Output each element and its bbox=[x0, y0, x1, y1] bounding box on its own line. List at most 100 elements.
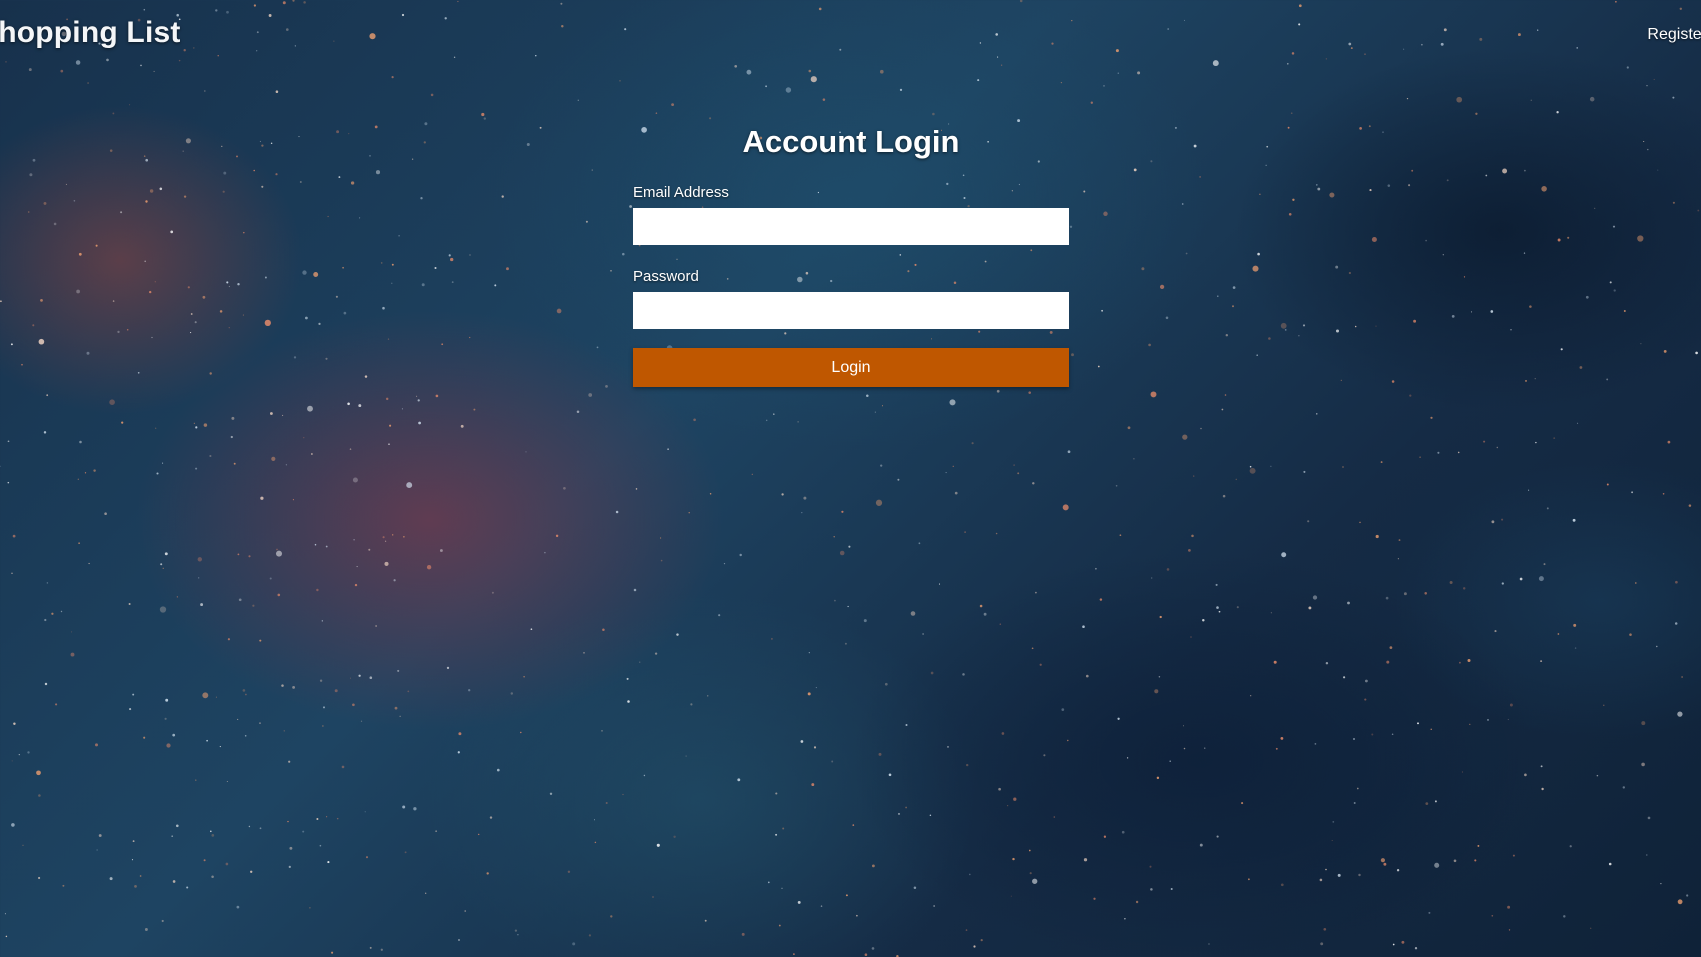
star-speck bbox=[1115, 484, 1118, 487]
star-speck bbox=[365, 856, 369, 859]
star-speck bbox=[287, 820, 289, 823]
star-speck bbox=[44, 682, 48, 686]
star-speck bbox=[591, 169, 593, 171]
star-speck bbox=[1150, 888, 1153, 891]
star-speck bbox=[369, 155, 371, 157]
star-speck bbox=[930, 671, 934, 675]
star-speck bbox=[1461, 771, 1463, 773]
star-speck bbox=[314, 543, 317, 546]
star-speck bbox=[567, 870, 571, 874]
star-speck bbox=[1188, 549, 1191, 552]
star-speck bbox=[276, 548, 278, 551]
star-speck bbox=[966, 763, 969, 767]
star-speck bbox=[1603, 704, 1605, 706]
star-speck bbox=[404, 851, 407, 854]
star-speck bbox=[874, 411, 876, 413]
star-speck bbox=[1097, 365, 1100, 368]
star-speck bbox=[190, 332, 192, 334]
star-speck bbox=[1430, 728, 1432, 730]
star-speck bbox=[277, 593, 281, 597]
star-speck bbox=[1501, 582, 1504, 585]
star-speck bbox=[723, 562, 726, 565]
star-speck bbox=[875, 499, 883, 506]
star-speck bbox=[1156, 776, 1160, 780]
star-speck bbox=[1337, 873, 1341, 877]
star-speck bbox=[391, 76, 394, 79]
star-speck bbox=[170, 230, 174, 234]
star-speck bbox=[741, 932, 745, 936]
star-speck bbox=[1657, 169, 1659, 171]
star-speck bbox=[1225, 333, 1229, 337]
star-speck bbox=[676, 633, 679, 636]
login-button[interactable]: Login bbox=[633, 348, 1069, 387]
star-speck bbox=[385, 397, 389, 401]
star-speck bbox=[1579, 366, 1583, 369]
star-speck bbox=[403, 535, 405, 538]
star-speck bbox=[1543, 563, 1546, 566]
star-speck bbox=[364, 375, 368, 378]
star-speck bbox=[1359, 127, 1362, 130]
star-speck bbox=[171, 835, 174, 838]
star-speck bbox=[1392, 943, 1395, 946]
star-speck bbox=[1028, 849, 1031, 852]
star-speck bbox=[1512, 854, 1515, 857]
star-speck bbox=[446, 666, 450, 670]
star-speck bbox=[1411, 169, 1414, 172]
star-speck bbox=[1359, 521, 1361, 524]
star-speck bbox=[282, 1, 286, 5]
star-speck bbox=[7, 440, 10, 443]
star-speck bbox=[656, 843, 660, 847]
star-speck bbox=[971, 442, 974, 445]
star-speck bbox=[1380, 461, 1383, 464]
star-speck bbox=[338, 176, 341, 179]
star-speck bbox=[161, 919, 164, 923]
star-speck bbox=[286, 28, 289, 31]
star-speck bbox=[453, 56, 456, 58]
star-speck bbox=[259, 722, 261, 724]
star-speck bbox=[1424, 592, 1427, 595]
star-speck bbox=[1631, 491, 1633, 494]
star-speck bbox=[1265, 164, 1267, 166]
star-speck bbox=[1316, 413, 1318, 415]
star-speck bbox=[1403, 48, 1405, 50]
star-speck bbox=[1235, 478, 1238, 481]
star-speck bbox=[137, 371, 140, 374]
password-input[interactable] bbox=[633, 292, 1069, 329]
star-speck bbox=[739, 553, 742, 557]
star-speck bbox=[491, 591, 494, 594]
star-speck bbox=[671, 103, 675, 107]
star-speck bbox=[1325, 661, 1329, 665]
star-speck bbox=[785, 87, 792, 93]
star-speck bbox=[1340, 379, 1342, 381]
star-speck bbox=[808, 69, 812, 73]
star-speck bbox=[233, 462, 236, 465]
star-speck bbox=[1288, 212, 1292, 216]
star-speck bbox=[27, 751, 30, 754]
star-speck bbox=[418, 421, 421, 425]
star-speck bbox=[5, 935, 8, 938]
star-speck bbox=[1249, 467, 1256, 474]
star-speck bbox=[627, 700, 630, 703]
star-speck bbox=[1312, 595, 1318, 600]
star-speck bbox=[1572, 518, 1576, 522]
star-speck bbox=[1216, 835, 1219, 838]
star-speck bbox=[1443, 28, 1447, 32]
register-link[interactable]: Register bbox=[1647, 26, 1701, 44]
star-speck bbox=[473, 408, 476, 411]
star-speck bbox=[737, 778, 741, 782]
star-speck bbox=[32, 158, 36, 162]
star-speck bbox=[43, 431, 47, 434]
star-speck bbox=[1167, 28, 1170, 30]
star-speck bbox=[995, 532, 998, 535]
star-speck bbox=[1218, 610, 1221, 613]
star-speck bbox=[382, 536, 385, 539]
star-speck bbox=[1185, 252, 1188, 255]
password-label: Password bbox=[633, 268, 699, 285]
star-speck bbox=[469, 254, 471, 256]
star-speck bbox=[397, 669, 400, 672]
star-speck bbox=[369, 946, 372, 949]
star-speck bbox=[1391, 733, 1394, 735]
star-speck bbox=[1232, 305, 1234, 308]
star-speck bbox=[1380, 858, 1385, 863]
email-input[interactable] bbox=[633, 208, 1069, 245]
